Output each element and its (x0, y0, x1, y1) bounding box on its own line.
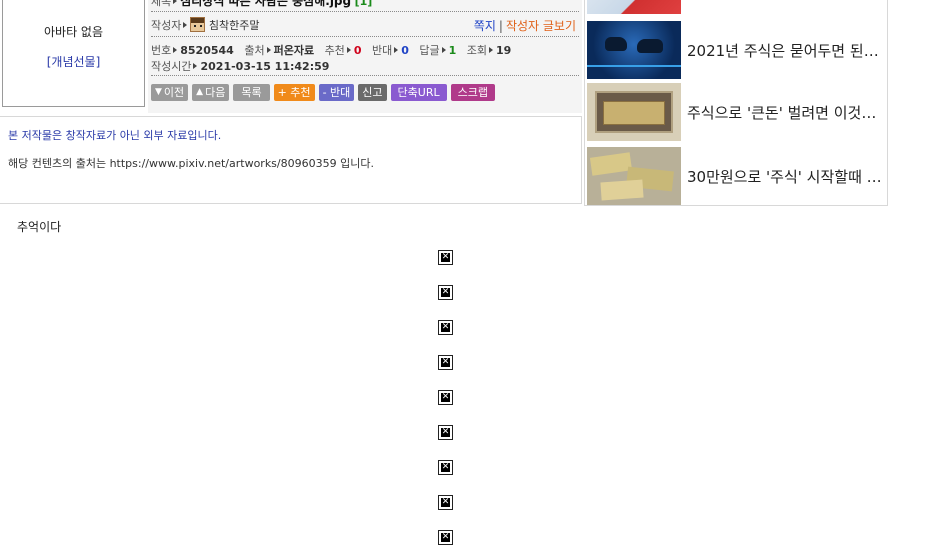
triangle-icon (173, 47, 178, 53)
news-title: 주식으로 '큰돈' 벌려면 이것만 기억하세요 (687, 103, 883, 122)
triangle-icon (266, 47, 271, 53)
views-count: 19 (496, 44, 512, 57)
broken-image-icon (438, 285, 453, 300)
sidebar-item[interactable]: 2021년 주식은 묻어두면 된다? (587, 21, 887, 79)
time-label: 작성시간 (151, 60, 192, 73)
news-thumbnail (587, 0, 681, 14)
reply-label: 답글 (419, 44, 440, 57)
source-label: 출처 (244, 44, 265, 57)
news-title: 2021년 주식은 묻어두면 된다? (687, 41, 883, 60)
oppose-button[interactable]: - 반대 (318, 84, 355, 101)
broken-image-icon (438, 320, 453, 335)
triangle-icon (183, 22, 188, 28)
author-row: 작성자 침착한주말 쪽지 | 작성자 글보기 (151, 17, 579, 33)
broken-image-icon (438, 355, 453, 370)
author-badge[interactable]: [개념선물] (3, 53, 144, 70)
broken-image-icon (438, 390, 453, 405)
short-url-button[interactable]: 단축URL (390, 84, 447, 101)
triangle-icon (489, 47, 494, 53)
author-posts-link[interactable]: 작성자 글보기 (506, 19, 576, 33)
memo-link[interactable]: 쪽지 (474, 19, 496, 33)
triangle-icon (441, 47, 446, 53)
recommend-label: 추천 (324, 44, 345, 57)
post-body-text: 추억이다 (17, 220, 62, 234)
post-action-buttons: ▼ 이전 ▲ 다음 목록 + 추천 - 반대 신고 단축URL 스크랩 (151, 84, 495, 101)
no-label: 번호 (151, 44, 172, 57)
reply-count: 1 (448, 44, 457, 57)
broken-image-icon (438, 250, 453, 265)
author-label: 작성자 (151, 19, 182, 32)
author-name[interactable]: 침착한주말 (209, 19, 260, 32)
sidebar-item[interactable]: 30만원으로 '주식' 시작할때 알아야할 것 (587, 147, 887, 205)
sidebar-item[interactable]: 주식으로 '큰돈' 벌려면 이것만 기억하세요 (587, 83, 887, 141)
author-level-icon (190, 17, 206, 32)
post-number: 8520544 (180, 44, 234, 57)
post-title: 심리상식 따른 사람은 풍심해.jpg (180, 0, 352, 8)
post-title-row: 제목 심리상식 따른 사람은 풍심해.jpg [1] (151, 0, 579, 9)
news-title: 30만원으로 '주식' 시작할때 알아야할 것 (687, 167, 883, 186)
triangle-icon (173, 0, 178, 4)
next-button[interactable]: ▲ 다음 (192, 84, 230, 101)
post-time-row: 작성시간 2021-03-15 11:42:59 (151, 58, 579, 74)
divider (151, 75, 579, 76)
triangle-icon (193, 63, 198, 69)
author-profile-box: 아바타 없음 [개념선물] (2, 0, 145, 107)
news-thumbnail (587, 21, 681, 79)
chevron-up-icon: ▲ (196, 87, 204, 97)
news-thumbnail (587, 83, 681, 141)
prev-button[interactable]: ▼ 이전 (151, 84, 189, 101)
triangle-icon (346, 47, 351, 53)
list-button[interactable]: 목록 (233, 84, 270, 101)
broken-image-icon (438, 460, 453, 475)
source-notice-box: 본 저작물은 창작자료가 아닌 외부 자료입니다. 해당 컨텐츠의 출처는 ht… (0, 116, 582, 204)
broken-image-icon (438, 530, 453, 545)
post-stats-row: 번호 8520544 출처 퍼온자료 추천 0 반대 0 답글 1 조회 19 (151, 42, 579, 58)
notice-source-url: 해당 컨텐츠의 출처는 https://www.pixiv.net/artwor… (8, 157, 374, 170)
divider (151, 36, 579, 37)
report-button[interactable]: 신고 (358, 84, 387, 101)
oppose-count: 0 (401, 44, 409, 57)
broken-image-icon (438, 495, 453, 510)
views-label: 조회 (466, 44, 488, 57)
broken-image-icon (438, 425, 453, 440)
recommend-button[interactable]: + 추천 (273, 84, 315, 101)
scrap-button[interactable]: 스크랩 (450, 84, 495, 101)
notice-external-source: 본 저작물은 창작자료가 아닌 외부 자료입니다. (8, 129, 222, 142)
divider (151, 11, 579, 12)
author-links: 쪽지 | 작성자 글보기 (473, 19, 576, 33)
chevron-down-icon: ▼ (155, 87, 162, 97)
sidebar-news-list: 2021년 주식은 묻어두면 된다? 주식으로 '큰돈' 벌려면 이것만 기억하… (584, 0, 888, 206)
oppose-label: 반대 (371, 44, 393, 57)
post-time: 2021-03-15 11:42:59 (200, 60, 330, 73)
title-label: 제목 (151, 0, 172, 8)
post-info-panel: 제목 심리상식 따른 사람은 풍심해.jpg [1] 작성자 침착한주말 쪽지 | 작… (148, 0, 582, 113)
recommend-count: 0 (353, 44, 362, 57)
sidebar-item[interactable] (587, 0, 887, 14)
no-avatar-text: 아바타 없음 (43, 25, 103, 39)
triangle-icon (394, 47, 399, 53)
comment-count[interactable]: [1] (355, 0, 373, 8)
news-thumbnail (587, 147, 681, 205)
post-source: 퍼온자료 (273, 44, 315, 57)
